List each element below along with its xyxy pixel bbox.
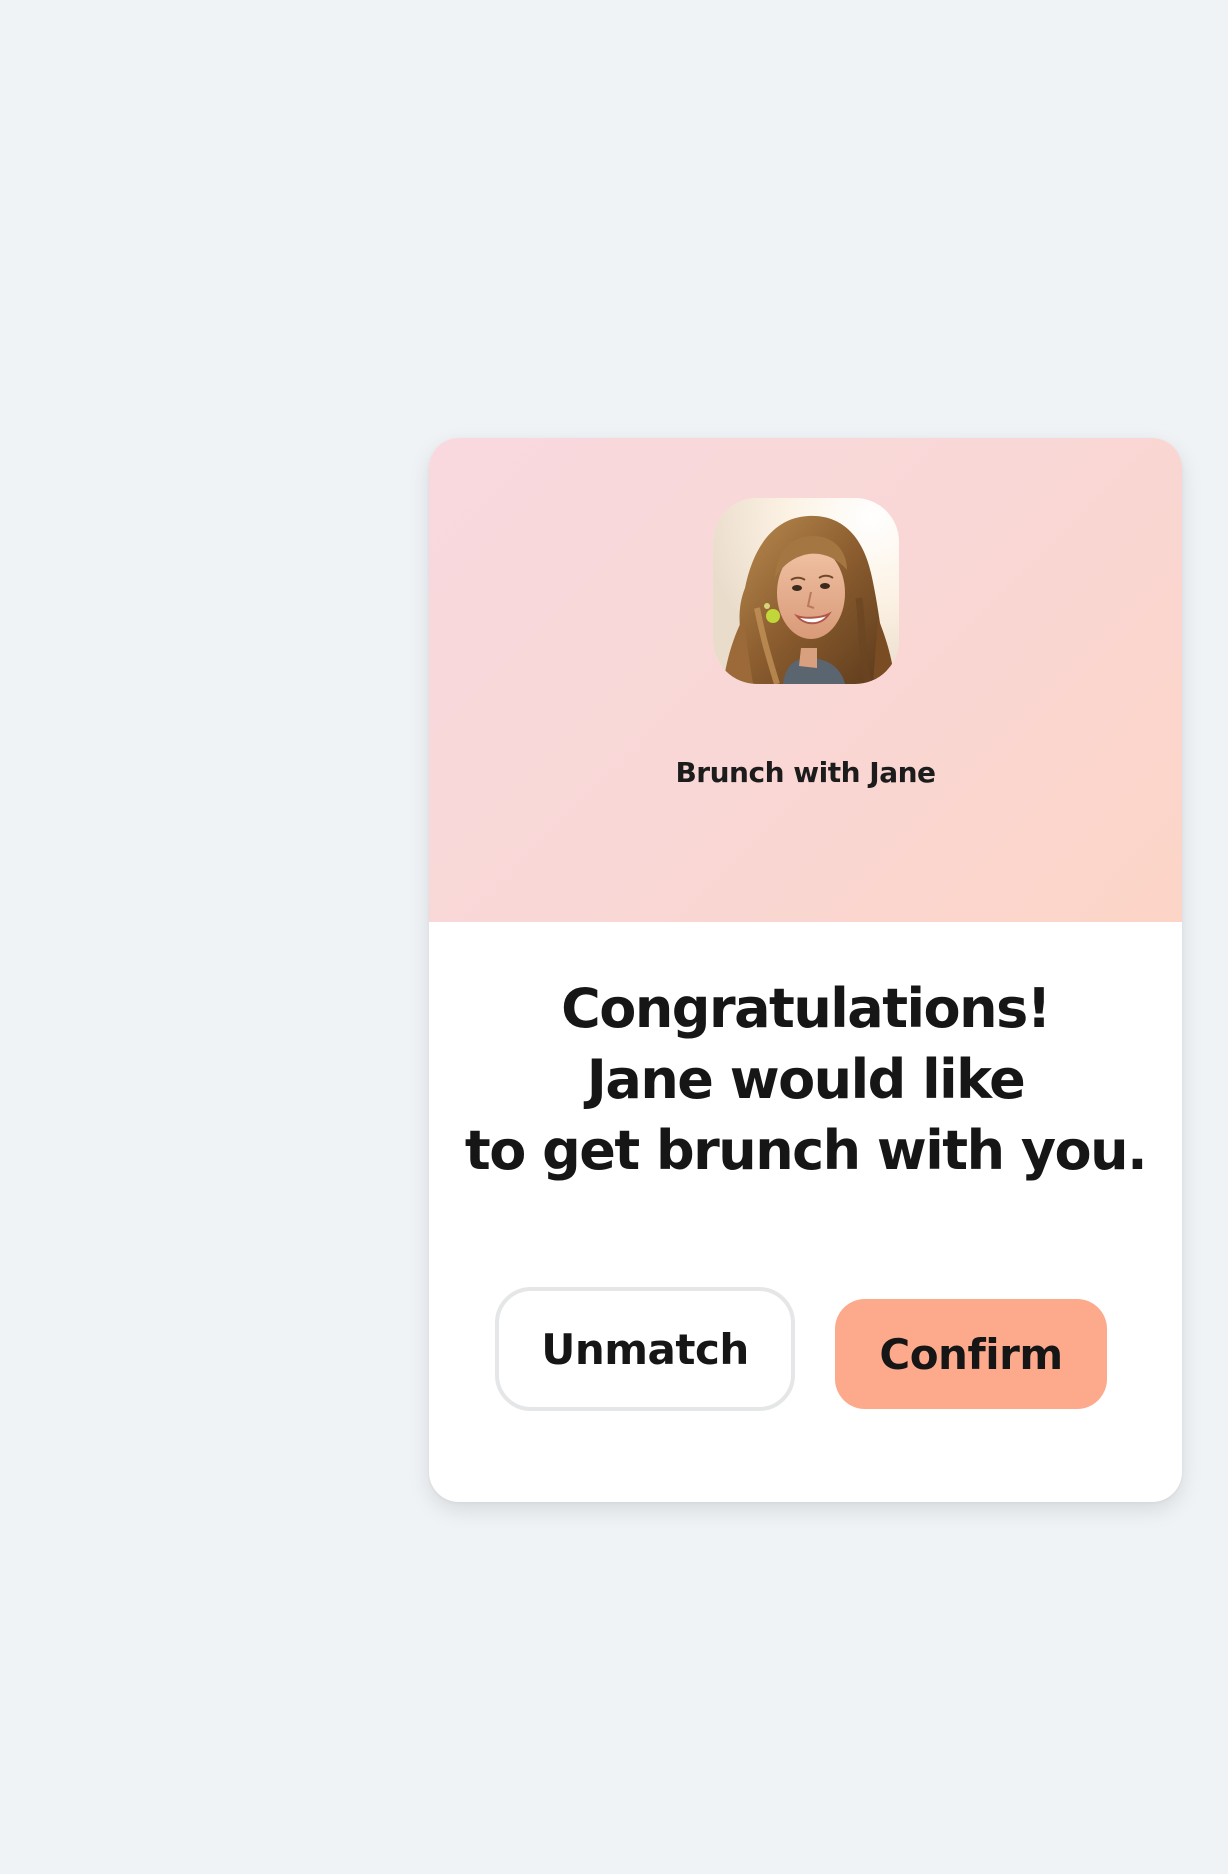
confirm-button[interactable]: Confirm	[835, 1299, 1107, 1409]
card-header: Brunch with Jane	[429, 438, 1182, 922]
match-card: Brunch with Jane Congratulations! Jane w…	[429, 438, 1182, 1502]
message-line: Congratulations!	[561, 977, 1051, 1040]
message-line: to get brunch with you.	[464, 1119, 1148, 1182]
avatar	[713, 498, 899, 684]
header-title: Brunch with Jane	[675, 756, 936, 789]
avatar-photo	[713, 498, 899, 684]
congratulations-message: Congratulations! Jane would like to get …	[429, 973, 1182, 1186]
message-line: Jane would like	[586, 1048, 1026, 1111]
unmatch-button[interactable]: Unmatch	[495, 1287, 795, 1411]
